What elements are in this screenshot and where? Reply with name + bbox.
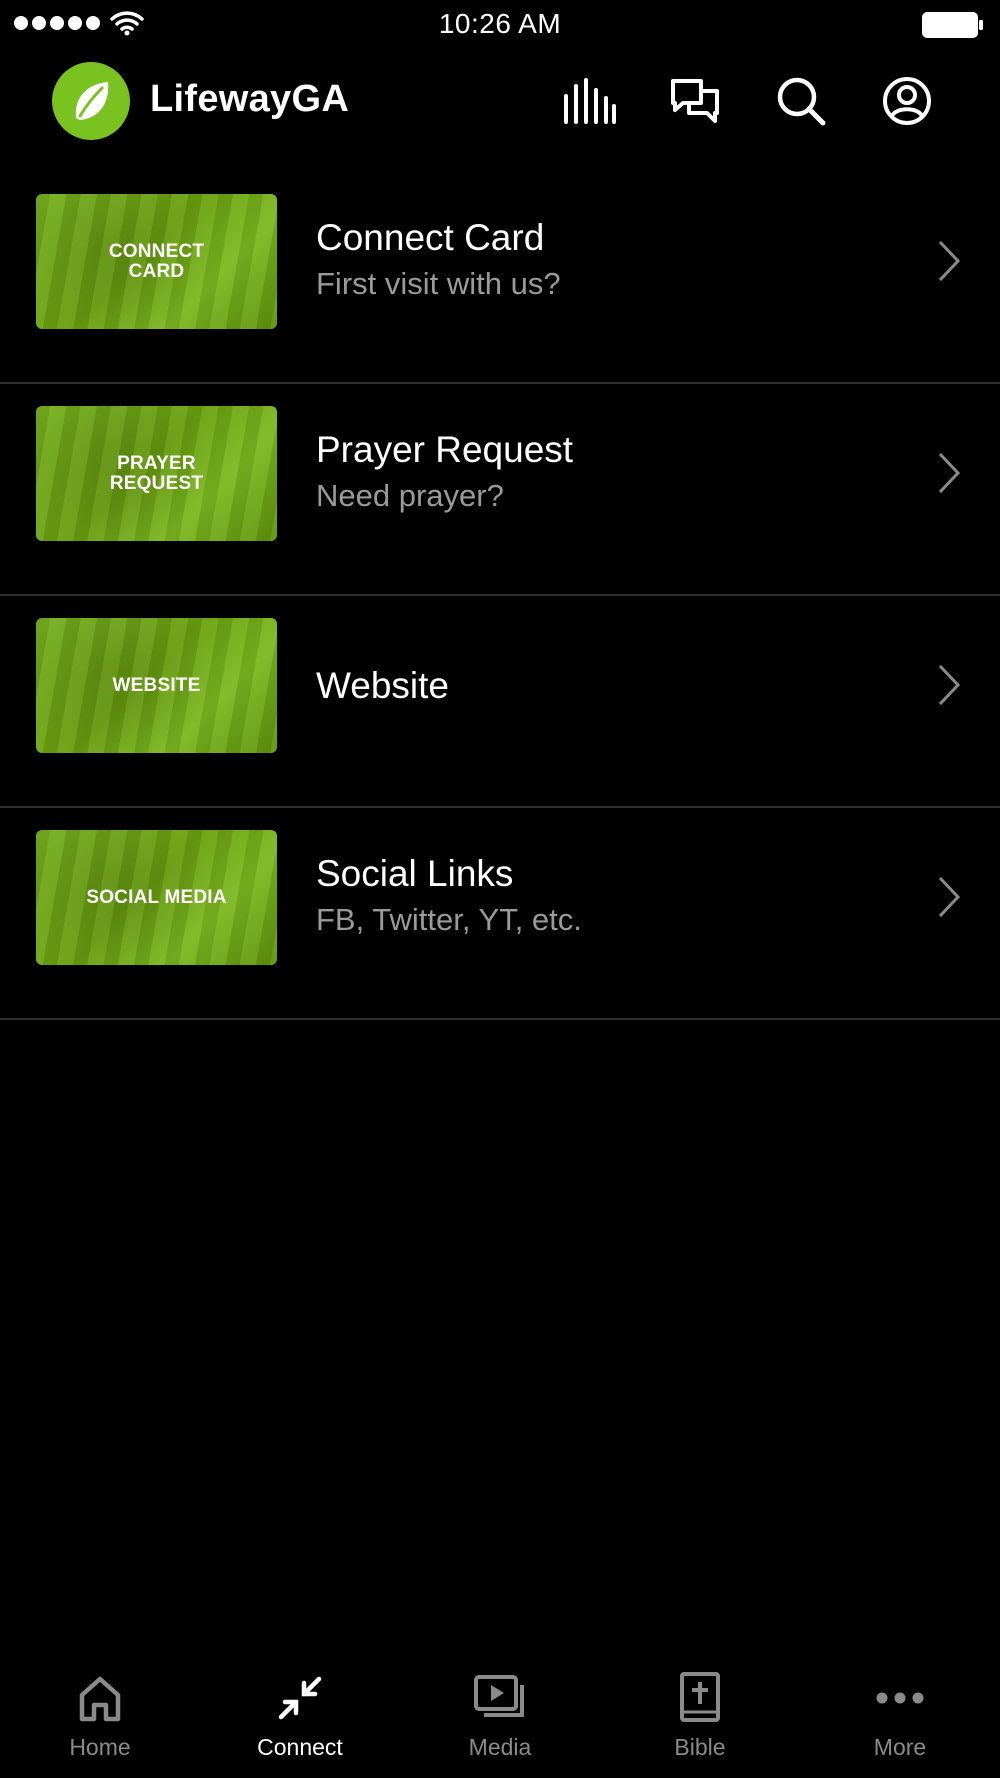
tab-label: Home bbox=[69, 1734, 131, 1760]
chevron-right-icon bbox=[938, 876, 961, 918]
tab-connect[interactable]: Connect bbox=[200, 1658, 400, 1778]
connect-list: CONNECT CARD Connect Card First visit wi… bbox=[0, 172, 1000, 1020]
connect-card-thumbnail: CONNECT CARD bbox=[36, 194, 277, 329]
status-bar: 10:26 AM bbox=[0, 0, 1000, 50]
prayer-request-thumbnail: PRAYER REQUEST bbox=[36, 406, 277, 541]
search-icon[interactable] bbox=[774, 76, 828, 126]
list-item-title: Social Links bbox=[316, 853, 514, 894]
tab-more[interactable]: More bbox=[800, 1658, 1000, 1778]
tab-media[interactable]: Media bbox=[400, 1658, 600, 1778]
tab-label: Bible bbox=[674, 1734, 726, 1760]
status-time: 10:26 AM bbox=[438, 8, 562, 39]
list-item-connect-card[interactable]: CONNECT CARD Connect Card First visit wi… bbox=[0, 172, 1000, 384]
tab-label: More bbox=[873, 1734, 927, 1760]
list-item-title: Website bbox=[316, 665, 449, 706]
thumbnail-label: SOCIAL MEDIA bbox=[86, 886, 227, 908]
list-item-title: Connect Card bbox=[316, 217, 545, 258]
connect-screen: 10:26 AM LifewayGA CONNECT CARD Connect … bbox=[0, 0, 1000, 1778]
list-item-social-links[interactable]: SOCIAL MEDIA Social Links FB, Twitter, Y… bbox=[0, 808, 1000, 1020]
tab-bar: Home Connect Media Bible More bbox=[0, 1658, 1000, 1778]
list-item-subtitle: Need prayer? bbox=[316, 478, 504, 513]
list-item-website[interactable]: WEBSITE Website bbox=[0, 596, 1000, 808]
list-item-subtitle: First visit with us? bbox=[316, 266, 561, 301]
app-header: LifewayGA bbox=[0, 56, 1000, 146]
list-item-title: Prayer Request bbox=[316, 429, 574, 470]
more-icon bbox=[870, 1668, 930, 1728]
list-item-prayer-request[interactable]: PRAYER REQUEST Prayer Request Need praye… bbox=[0, 384, 1000, 596]
account-icon[interactable] bbox=[880, 76, 934, 126]
website-thumbnail: WEBSITE bbox=[36, 618, 277, 753]
chevron-right-icon bbox=[938, 664, 961, 706]
connect-arrows-icon bbox=[270, 1668, 330, 1728]
chat-bubbles-icon[interactable] bbox=[668, 76, 722, 126]
thumbnail-label: CONNECT CARD bbox=[108, 240, 205, 282]
thumbnail-label: PRAYER REQUEST bbox=[109, 452, 204, 494]
battery-icon bbox=[922, 12, 983, 38]
tab-label: Media bbox=[468, 1734, 532, 1760]
media-icon bbox=[470, 1668, 530, 1728]
chevron-right-icon bbox=[938, 240, 961, 282]
home-icon bbox=[70, 1668, 130, 1728]
chevron-right-icon bbox=[938, 452, 961, 494]
tab-bible[interactable]: Bible bbox=[600, 1658, 800, 1778]
social-media-thumbnail: SOCIAL MEDIA bbox=[36, 830, 277, 965]
tab-label: Connect bbox=[257, 1734, 343, 1760]
bible-icon bbox=[670, 1668, 730, 1728]
thumbnail-label: WEBSITE bbox=[112, 674, 201, 696]
list-item-subtitle: FB, Twitter, YT, etc. bbox=[316, 902, 582, 937]
tab-home[interactable]: Home bbox=[0, 1658, 200, 1778]
audio-bars-icon[interactable] bbox=[562, 76, 616, 126]
leaf-icon[interactable] bbox=[52, 62, 130, 140]
app-title: LifewayGA bbox=[150, 78, 350, 120]
